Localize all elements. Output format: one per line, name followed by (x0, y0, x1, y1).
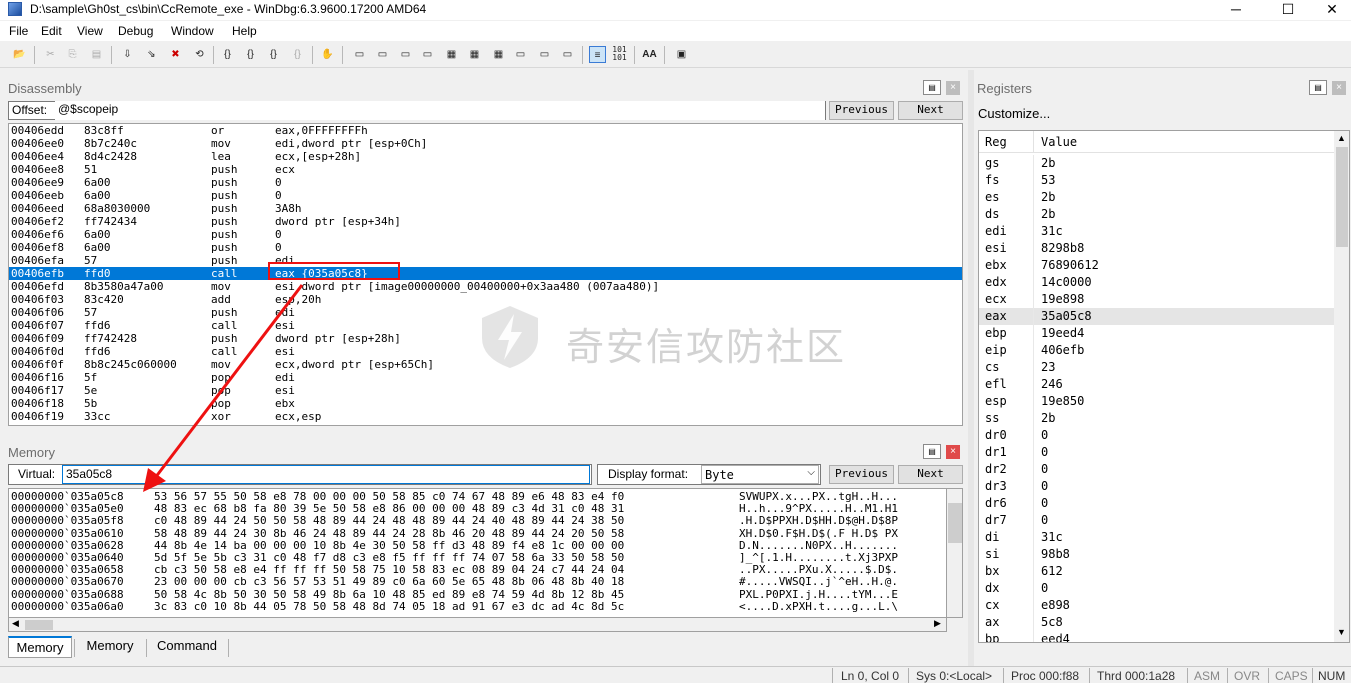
status-separator (1003, 668, 1004, 683)
annotation-box (268, 262, 400, 280)
annotation-overlay (143, 262, 400, 492)
status-separator (832, 668, 833, 683)
status-caps: CAPS (1275, 669, 1308, 683)
status-num: NUM (1318, 669, 1346, 683)
annotation-arrow (153, 284, 304, 479)
status-ln-col: Ln 0, Col 0 (841, 669, 900, 683)
status-bar: Ln 0, Col 0 Sys 0:<Local> Proc 000:f88 T… (0, 666, 1351, 683)
status-thrd: Thrd 000:1a28 (1097, 669, 1176, 683)
status-separator (1268, 668, 1269, 683)
status-asm: ASM (1194, 669, 1221, 683)
status-ovr: OVR (1234, 669, 1261, 683)
status-separator (1089, 668, 1090, 683)
annotation-arrowhead (143, 468, 166, 492)
status-separator (1312, 668, 1313, 683)
status-proc: Proc 000:f88 (1011, 669, 1080, 683)
status-sys: Sys 0:<Local> (916, 669, 993, 683)
status-separator (1187, 668, 1188, 683)
status-separator (908, 668, 909, 683)
status-separator (1227, 668, 1228, 683)
